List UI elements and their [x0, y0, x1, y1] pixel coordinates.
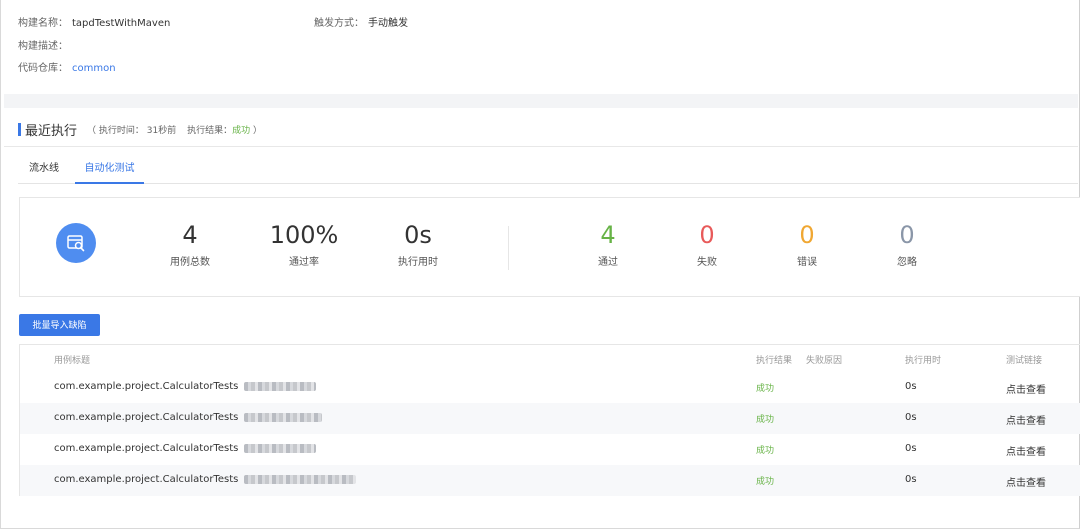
row-duration: 0s	[905, 412, 917, 423]
stat-duration-value: 0s	[404, 221, 432, 249]
col-header-result: 执行结果	[756, 356, 793, 366]
stat-total-value: 4	[182, 221, 198, 249]
table-row: com.example.project.CalculatorTests 成功 0…	[20, 465, 1080, 496]
row-duration: 0s	[905, 443, 917, 454]
recent-execution-header: 最近执行 （ 执行时间： 31秒前 执行结果：成功 ）	[18, 121, 262, 139]
header-divider	[4, 146, 1078, 147]
blurred-text	[244, 444, 317, 453]
row-title-text: com.example.project.CalculatorTests	[54, 412, 239, 423]
stat-ignored-label: 忽略	[897, 257, 917, 268]
row-title: com.example.project.CalculatorTests	[54, 412, 323, 423]
blurred-text	[244, 475, 357, 484]
col-header-duration: 执行用时	[905, 356, 942, 366]
table-row: com.example.project.CalculatorTests 成功 0…	[20, 434, 1080, 465]
row-result: 成功	[756, 415, 775, 425]
row-title: com.example.project.CalculatorTests	[54, 443, 317, 454]
stat-duration: 0s 执行用时	[368, 220, 468, 268]
build-desc-row: 构建描述：	[18, 37, 72, 52]
stat-errors: 0 错误	[757, 220, 857, 268]
section-gap	[4, 94, 1078, 108]
tab-pipeline[interactable]: 流水线	[18, 158, 70, 184]
tab-bar: 流水线 自动化测试	[18, 158, 1078, 184]
row-view-link[interactable]: 点击查看	[1006, 381, 1046, 396]
blurred-text	[244, 382, 317, 391]
row-title: com.example.project.CalculatorTests	[54, 381, 317, 392]
build-name-row: 构建名称： tapdTestWithMaven	[18, 14, 170, 29]
stat-failed-label: 失败	[697, 257, 717, 268]
table-row: com.example.project.CalculatorTests 成功 0…	[20, 403, 1080, 434]
execution-meta: （ 执行时间： 31秒前 执行结果：成功 ）	[87, 123, 262, 136]
repo-label: 代码仓库：	[18, 63, 68, 74]
execution-result: 成功	[232, 125, 251, 136]
trigger-label: 触发方式：	[314, 18, 364, 29]
stat-pass-rate-value: 100%	[269, 221, 339, 249]
test-stats-card: 4 用例总数 100% 通过率 0s 执行用时 4 通过 0 失败 0 错误 0…	[19, 197, 1080, 297]
col-header-title: 用例标题	[54, 356, 91, 366]
stat-errors-value: 0	[799, 221, 815, 249]
row-result: 成功	[756, 384, 775, 394]
row-result: 成功	[756, 446, 775, 456]
blurred-text	[244, 413, 323, 422]
batch-import-defects-button[interactable]: 批量导入缺陷	[19, 314, 100, 336]
row-title-text: com.example.project.CalculatorTests	[54, 381, 239, 392]
stat-ignored: 0 忽略	[857, 220, 957, 268]
stat-passed-value: 4	[600, 221, 616, 249]
trigger-value: 手动触发	[368, 18, 408, 29]
trigger-row: 触发方式： 手动触发	[314, 14, 408, 29]
build-name-value: tapdTestWithMaven	[72, 18, 171, 29]
test-results-table: 用例标题 执行结果 失败原因 执行用时 测试链接 com.example.pro…	[19, 344, 1080, 496]
stat-total-label: 用例总数	[170, 257, 210, 268]
row-title-text: com.example.project.CalculatorTests	[54, 474, 239, 485]
col-header-reason: 失败原因	[806, 356, 843, 366]
section-title: 最近执行	[25, 123, 78, 139]
stat-failed-value: 0	[699, 221, 715, 249]
stat-pass-rate-label: 通过率	[289, 257, 319, 268]
stat-failed: 0 失败	[657, 220, 757, 268]
row-view-link[interactable]: 点击查看	[1006, 412, 1046, 427]
row-title-text: com.example.project.CalculatorTests	[54, 443, 239, 454]
row-result: 成功	[756, 477, 775, 487]
stats-divider	[508, 226, 509, 270]
table-header: 用例标题 执行结果 失败原因 执行用时 测试链接	[20, 345, 1080, 372]
row-view-link[interactable]: 点击查看	[1006, 474, 1046, 489]
repo-row: 代码仓库： common	[18, 59, 116, 74]
build-desc-label: 构建描述：	[18, 41, 68, 52]
repo-link[interactable]: common	[72, 63, 116, 74]
row-duration: 0s	[905, 381, 917, 392]
stat-ignored-value: 0	[899, 221, 915, 249]
execution-result-label: 执行结果：	[187, 125, 233, 136]
execution-meta-close: ）	[252, 125, 262, 136]
build-info: 构建名称： tapdTestWithMaven 触发方式： 手动触发 构建描述： 代…	[18, 12, 1068, 92]
table-row: com.example.project.CalculatorTests 成功 0…	[20, 372, 1080, 403]
stat-pass-rate: 100% 通过率	[254, 220, 354, 268]
build-name-label: 构建名称：	[18, 18, 68, 29]
stat-errors-label: 错误	[797, 257, 817, 268]
row-view-link[interactable]: 点击查看	[1006, 443, 1046, 458]
stat-passed: 4 通过	[558, 220, 658, 268]
test-report-search-icon	[56, 223, 96, 263]
row-duration: 0s	[905, 474, 917, 485]
row-title: com.example.project.CalculatorTests	[54, 474, 357, 485]
stat-passed-label: 通过	[598, 257, 618, 268]
stat-duration-label: 执行用时	[398, 257, 438, 268]
execution-time: （ 执行时间： 31秒前	[87, 125, 177, 136]
title-accent-bar	[18, 122, 21, 136]
stat-total: 4 用例总数	[140, 220, 240, 268]
tab-automation-test[interactable]: 自动化测试	[75, 158, 144, 184]
col-header-link: 测试链接	[1006, 356, 1043, 366]
